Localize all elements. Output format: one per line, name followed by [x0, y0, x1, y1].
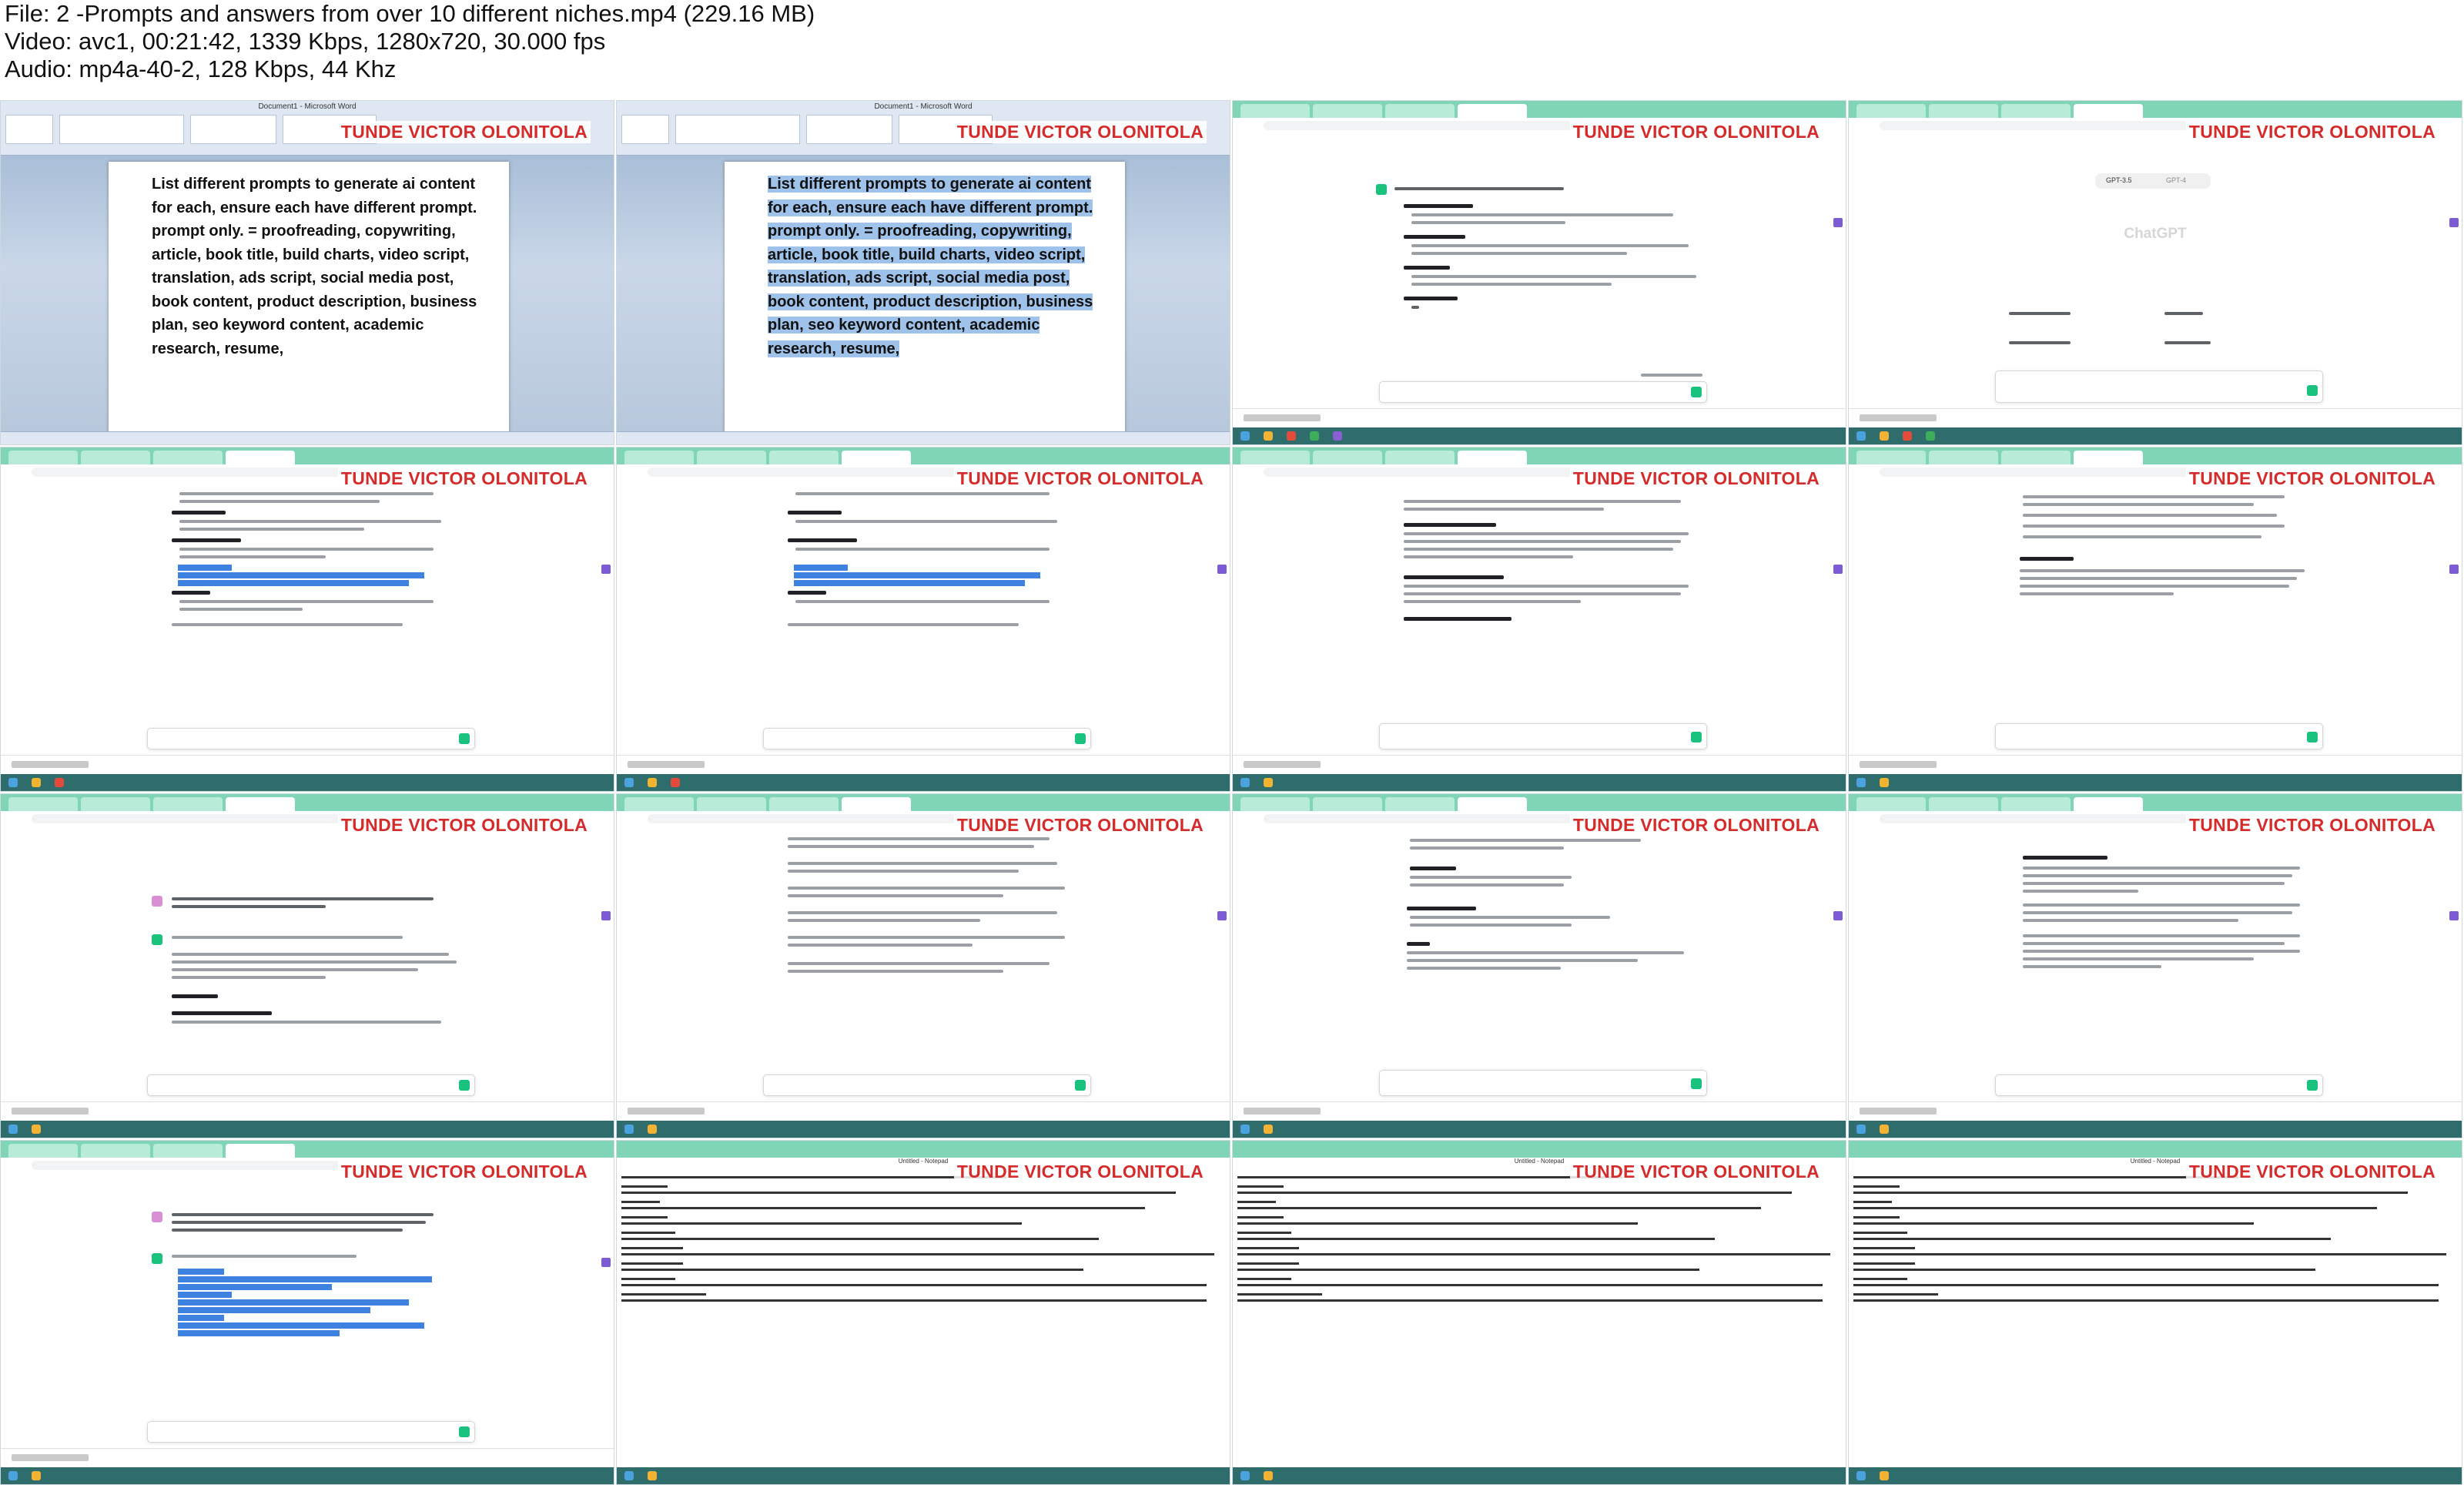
taskbar	[1233, 427, 1846, 444]
message-input[interactable]	[1995, 1074, 2323, 1096]
thumbnail-word-selected: Document1 - Microsoft Word TUNDE VICTOR …	[616, 100, 1230, 445]
message-input[interactable]	[1995, 723, 2323, 749]
taskbar	[617, 1121, 1230, 1138]
taskbar	[1849, 1121, 2462, 1138]
send-button[interactable]	[1075, 1080, 1086, 1091]
send-button[interactable]	[2307, 1080, 2318, 1091]
message-input[interactable]	[147, 728, 475, 749]
send-button[interactable]	[459, 733, 470, 744]
watermark: TUNDE VICTOR OLONITOLA	[953, 814, 1207, 836]
word-window-title: Document1 - Microsoft Word	[258, 102, 357, 111]
watermark: TUNDE VICTOR OLONITOLA	[337, 121, 591, 143]
taskbar	[1233, 1467, 1846, 1484]
message-input[interactable]	[1379, 723, 1707, 749]
thumbnail-chatgpt-product: TUNDE VICTOR OLONITOLA	[0, 793, 614, 1138]
file-info-header: File: 2 -Prompts and answers from over 1…	[0, 0, 2464, 100]
prompt-text: List different prompts to generate ai co…	[152, 176, 477, 357]
thumbnail-chatgpt-features: TUNDE VICTOR OLONITOLA	[616, 793, 1230, 1138]
taskbar	[1233, 774, 1846, 791]
watermark: TUNDE VICTOR OLONITOLA	[1569, 121, 1823, 143]
watermark: TUNDE VICTOR OLONITOLA	[953, 468, 1207, 490]
thumbnail-chatgpt-conclusion: TUNDE VICTOR OLONITOLA	[1848, 447, 2462, 792]
send-button[interactable]	[1691, 732, 1702, 742]
watermark: TUNDE VICTOR OLONITOLA	[2185, 814, 2439, 836]
thumbnail-chatgpt-story: TUNDE VICTOR OLONITOLA	[1848, 793, 2462, 1138]
message-input[interactable]	[763, 728, 1091, 749]
model-tab-gpt35[interactable]: GPT-3.5	[2106, 176, 2132, 184]
watermark: TUNDE VICTOR OLONITOLA	[1569, 814, 1823, 836]
video-info-line: Video: avc1, 00:21:42, 1339 Kbps, 1280x7…	[5, 28, 606, 55]
message-input[interactable]	[147, 1074, 475, 1096]
message-input[interactable]	[763, 1074, 1091, 1096]
model-switch[interactable]: GPT-3.5 GPT-4	[2095, 173, 2211, 189]
taskbar	[1, 774, 614, 791]
thumbnail-word-plain: Document1 - Microsoft Word TUNDE VICTOR …	[0, 100, 614, 445]
word-status-bar	[617, 431, 1230, 444]
watermark: TUNDE VICTOR OLONITOLA	[2185, 1161, 2439, 1183]
thumbnail-notepad-1: Untitled - Notepad TUNDE VICTOR OLONITOL…	[616, 1140, 1230, 1485]
watermark: TUNDE VICTOR OLONITOLA	[2185, 121, 2439, 143]
taskbar	[1849, 1467, 2462, 1484]
thumbnail-chatgpt-outline: TUNDE VICTOR OLONITOLA	[1232, 793, 1846, 1138]
send-button[interactable]	[2307, 732, 2318, 742]
word-page: List different prompts to generate ai co…	[109, 162, 509, 444]
taskbar	[1233, 1121, 1846, 1138]
taskbar	[617, 1467, 1230, 1484]
send-button[interactable]	[1691, 387, 1702, 397]
prompt-text-selected: List different prompts to generate ai co…	[768, 176, 1093, 357]
thumbnail-chatgpt-prompts-selected: TUNDE VICTOR OLONITOLA	[0, 1140, 614, 1485]
taskbar	[1, 1121, 614, 1138]
taskbar	[1849, 427, 2462, 444]
send-button[interactable]	[1691, 1078, 1702, 1089]
thumbnail-chatgpt-article: TUNDE VICTOR OLONITOLA	[1232, 447, 1846, 792]
thumbnail-chatgpt-list-selected-2: TUNDE VICTOR OLONITOLA	[616, 447, 1230, 792]
thumbnail-chatgpt-response: TUNDE VICTOR OLONITOLA	[1232, 100, 1846, 445]
taskbar	[617, 774, 1230, 791]
watermark: TUNDE VICTOR OLONITOLA	[337, 1161, 591, 1183]
thumbnail-notepad-3: Untitled - Notepad TUNDE VICTOR OLONITOL…	[1848, 1140, 2462, 1485]
watermark: TUNDE VICTOR OLONITOLA	[337, 468, 591, 490]
send-button[interactable]	[2307, 385, 2318, 396]
watermark: TUNDE VICTOR OLONITOLA	[2185, 468, 2439, 490]
taskbar	[1849, 774, 2462, 791]
word-window-title: Document1 - Microsoft Word	[874, 102, 973, 111]
taskbar	[1, 1467, 614, 1484]
watermark: TUNDE VICTOR OLONITOLA	[1569, 1161, 1823, 1183]
thumbnail-notepad-2: Untitled - Notepad TUNDE VICTOR OLONITOL…	[1232, 1140, 1846, 1485]
watermark: TUNDE VICTOR OLONITOLA	[953, 121, 1207, 143]
word-page: List different prompts to generate ai co…	[725, 162, 1125, 444]
audio-info-line: Audio: mp4a-40-2, 128 Kbps, 44 Khz	[5, 55, 397, 82]
send-button[interactable]	[459, 1080, 470, 1091]
message-input[interactable]	[1379, 381, 1707, 403]
message-input[interactable]	[1995, 370, 2323, 403]
thumbnail-grid: Document1 - Microsoft Word TUNDE VICTOR …	[0, 100, 2464, 1485]
file-name-line: File: 2 -Prompts and answers from over 1…	[5, 0, 815, 27]
watermark: TUNDE VICTOR OLONITOLA	[337, 814, 591, 836]
word-status-bar	[1, 431, 614, 444]
watermark: TUNDE VICTOR OLONITOLA	[953, 1161, 1207, 1183]
send-button[interactable]	[1075, 733, 1086, 744]
thumbnail-chatgpt-home: TUNDE VICTOR OLONITOLA GPT-3.5 GPT-4 Cha…	[1848, 100, 2462, 445]
send-button[interactable]	[459, 1426, 470, 1437]
watermark: TUNDE VICTOR OLONITOLA	[1569, 468, 1823, 490]
message-input[interactable]	[147, 1421, 475, 1443]
message-input[interactable]	[1379, 1070, 1707, 1096]
thumbnail-chatgpt-list-selected: TUNDE VICTOR OLONITOLA	[0, 447, 614, 792]
model-tab-gpt4[interactable]: GPT-4	[2166, 176, 2186, 184]
chatgpt-logo-text: ChatGPT	[2124, 226, 2187, 242]
